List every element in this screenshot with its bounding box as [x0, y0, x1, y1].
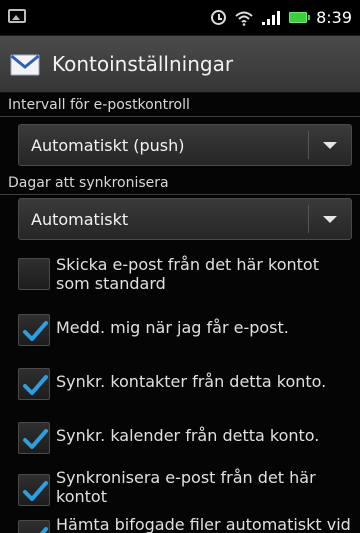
title-bar: Kontoinställningar: [0, 36, 360, 93]
checkbox-label: Synkr. kalender från detta konto.: [56, 426, 320, 445]
checkbox-row-default-account[interactable]: Skicka e-post från det här kontot som st…: [0, 252, 360, 298]
checkbox[interactable]: [18, 314, 50, 346]
check-mark-icon: [39, 527, 48, 533]
status-bar: 8:39: [0, 0, 360, 36]
checkbox-label: Medd. mig när jag får e-post.: [56, 318, 289, 337]
checkbox-row-sync-calendar[interactable]: Synkr. kalender från detta konto.: [0, 416, 360, 460]
alarm-clock-icon: [211, 10, 227, 25]
page-title: Kontoinställningar: [52, 52, 234, 76]
chevron-down-icon: [323, 216, 337, 223]
section-divider: [0, 194, 360, 195]
checkbox-row-sync-email[interactable]: Synkronisera e-post från det här kontot: [0, 466, 360, 512]
check-mark-icon: [23, 481, 48, 501]
dropdown-separator: [308, 205, 309, 233]
interval-dropdown[interactable]: Automatiskt (push): [18, 124, 352, 166]
sync-days-dropdown-value: Automatiskt: [31, 210, 129, 229]
interval-dropdown-value: Automatiskt (push): [31, 136, 185, 155]
checkbox[interactable]: [18, 422, 50, 454]
battery-icon: [289, 12, 311, 23]
checkbox[interactable]: [18, 520, 50, 533]
status-icons: 8:39: [211, 0, 352, 35]
checkbox-row-auto-download[interactable]: Hämta bifogade filer automatiskt vid: [0, 514, 360, 533]
check-mark-icon: [23, 375, 48, 395]
checkbox-row-notify[interactable]: Medd. mig när jag får e-post.: [0, 308, 360, 352]
checkbox[interactable]: [18, 258, 50, 290]
status-clock: 8:39: [316, 8, 352, 27]
checkbox-label: Synkronisera e-post från det här kontot: [56, 468, 316, 506]
chevron-down-icon: [323, 142, 337, 149]
checkbox[interactable]: [18, 368, 50, 400]
checkbox-row-sync-contacts[interactable]: Synkr. kontakter från detta konto.: [0, 362, 360, 406]
sync-days-dropdown[interactable]: Automatiskt: [18, 198, 352, 240]
mail-envelope-icon: [10, 54, 40, 76]
section-divider: [0, 116, 360, 117]
sync-days-label: Dagar att synkronisera: [8, 175, 169, 191]
checkbox-label: Skicka e-post från det här kontot som st…: [56, 255, 319, 293]
checkbox[interactable]: [18, 474, 50, 506]
wifi-icon: [235, 11, 253, 26]
screen: 8:39 Kontoinställningar Intervall för e-…: [0, 0, 360, 533]
checkbox-label: Hämta bifogade filer automatiskt vid: [56, 515, 351, 533]
signal-strength-icon: [262, 10, 281, 25]
check-mark-icon: [23, 429, 48, 449]
checkbox-label: Synkr. kontakter från detta konto.: [56, 372, 327, 391]
picture-notification-icon: [8, 9, 26, 23]
check-mark-icon: [23, 321, 48, 341]
interval-label: Intervall för e-postkontroll: [8, 97, 190, 113]
dropdown-separator: [308, 131, 309, 159]
